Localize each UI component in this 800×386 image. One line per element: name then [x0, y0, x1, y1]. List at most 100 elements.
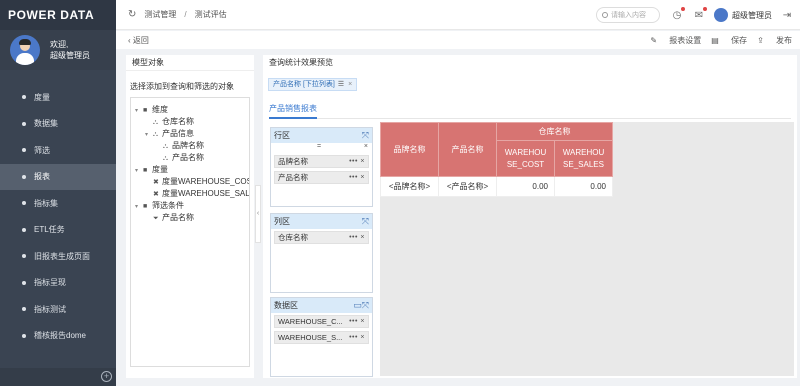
- bullet-icon: [22, 121, 26, 126]
- tree-node[interactable]: ⛬ 产品名称: [131, 152, 249, 164]
- publish-button[interactable]: ⇪ 发布: [757, 35, 792, 46]
- breadcrumb-item[interactable]: 测试管理: [144, 9, 176, 20]
- tree-node[interactable]: ▾ ■ 筛选条件: [131, 200, 249, 212]
- more-icon[interactable]: •••: [349, 234, 358, 241]
- tree-node[interactable]: ▾ ■ 度量: [131, 164, 249, 176]
- cell-product: <产品名称>: [438, 176, 497, 197]
- field-pill[interactable]: WAREHOUSE_C... ••• ×: [274, 315, 369, 328]
- report-settings-button[interactable]: ✎ 报表设置: [650, 35, 701, 46]
- bullet-icon: [22, 148, 26, 153]
- tree-node-label: 度量: [152, 165, 168, 174]
- tree-node[interactable]: ▾ ⛬ 产品信息: [131, 128, 249, 140]
- sidebar-item[interactable]: 指标测试: [0, 296, 116, 323]
- tree-node-label: 度量WAREHOUSE_SALES: [162, 189, 250, 198]
- field-pill[interactable]: 产品名称 ••• ×: [274, 171, 369, 184]
- expand-icon[interactable]: ⤧: [362, 216, 369, 227]
- top-avatar[interactable]: [714, 8, 728, 22]
- tree-node[interactable]: ✖ 度量WAREHOUSE_COST: [131, 176, 249, 188]
- add-circle-icon[interactable]: +: [101, 371, 112, 382]
- header-product[interactable]: 产品名称: [438, 122, 497, 177]
- tree-node[interactable]: ✖度量WAREHOUSE_SALES: [131, 188, 249, 200]
- sidebar: POWER DATA 欢迎, 超级管理员 度量 数据集 筛选 报表 指标集 ETL任务旧报…: [0, 0, 116, 386]
- top-username[interactable]: 超级管理员: [732, 10, 772, 21]
- expand-icon[interactable]: ▭⤧: [353, 300, 369, 311]
- greeting: 欢迎,: [50, 40, 69, 49]
- tree-node-label: 仓库名称: [162, 117, 194, 126]
- more-icon[interactable]: •••: [349, 334, 358, 341]
- menu-icon[interactable]: ☰: [338, 80, 344, 88]
- filter-chip[interactable]: 产品名称 [下拉列表] ☰ ×: [268, 77, 358, 91]
- chevron-down-icon[interactable]: ▾: [135, 165, 143, 177]
- tree-node-label: 产品信息: [162, 129, 194, 138]
- object-tree: ▾ ■ 维度 ⛬ 仓库名称 ▾ ⛬ 产品信息 ⛬ 品牌名称 ⛬ 产品名称 ▾ ■ 度量 ✖ 度量WAREHOUS…: [130, 97, 250, 367]
- header-warehouse-cost[interactable]: WAREHOU SE_COST: [496, 140, 555, 177]
- mail-icon[interactable]: ✉: [692, 7, 707, 22]
- more-icon[interactable]: •••: [349, 318, 358, 325]
- tab-bar: 产品销售报表: [269, 103, 791, 119]
- preview-panel: 查询统计效果预览 产品名称 [下拉列表] ☰ × 产品销售报表 行区 ⤧ = ×…: [263, 55, 797, 378]
- chevron-down-icon[interactable]: ▾: [135, 105, 143, 117]
- breadcrumb-item[interactable]: 测试评估: [195, 9, 227, 20]
- header-warehouse-group[interactable]: 仓库名称: [496, 122, 613, 141]
- equals-sign: =: [317, 143, 322, 150]
- field-pill[interactable]: 仓库名称 ••• ×: [274, 231, 369, 244]
- field-pill[interactable]: 品牌名称 ••• ×: [274, 155, 369, 168]
- sidebar-item[interactable]: ETL任务: [0, 217, 116, 244]
- tree-node[interactable]: ⛬ 仓库名称: [131, 116, 249, 128]
- sidebar-item-label: 指标呈现: [34, 278, 66, 288]
- bullet-icon: [22, 174, 26, 179]
- row-zone[interactable]: 行区 ⤧ = × 品牌名称 ••• × 产品名称 ••• ×: [270, 127, 373, 207]
- user-name: 超级管理员: [50, 51, 90, 60]
- save-button[interactable]: ▤ 保存: [711, 35, 747, 46]
- sidebar-nav: 度量 数据集 筛选 报表 指标集 ETL任务旧报表生成页面 指标呈现指标测试稽核报告dome: [0, 84, 116, 349]
- tree-node-label: 产品名称: [162, 213, 194, 222]
- breadcrumb: ↻ 测试管理 / 测试评估: [116, 9, 227, 20]
- more-icon[interactable]: •••: [349, 174, 358, 181]
- more-icon[interactable]: •••: [349, 158, 358, 165]
- header-brand[interactable]: 品牌名称: [380, 122, 439, 177]
- expand-icon[interactable]: ⤧: [362, 130, 369, 141]
- column-zone[interactable]: 列区 ⤧ 仓库名称 ••• ×: [270, 213, 373, 293]
- close-icon[interactable]: ×: [364, 143, 368, 150]
- sidebar-item[interactable]: 度量: [0, 84, 116, 111]
- topbar: ↻ 测试管理 / 测试评估 请输入内容 ◷ ✉ 超级管理员 ⇥: [116, 0, 800, 30]
- filter-icon: ⏷: [153, 215, 159, 222]
- chevron-down-icon[interactable]: ▾: [145, 129, 153, 141]
- sidebar-item-label: 旧报表生成页面: [34, 251, 90, 261]
- logout-icon[interactable]: ⇥: [780, 8, 794, 22]
- sidebar-item[interactable]: 旧报表生成页面: [0, 243, 116, 270]
- bullet-icon: [22, 201, 26, 206]
- refresh-icon[interactable]: ↻: [128, 9, 136, 20]
- sidebar-item[interactable]: 筛选: [0, 137, 116, 164]
- chevron-down-icon[interactable]: ▾: [135, 201, 143, 213]
- sidebar-footer: +: [0, 368, 116, 386]
- sidebar-item-label: 指标测试: [34, 304, 66, 314]
- tree-node[interactable]: ▾ ■ 维度: [131, 104, 249, 116]
- search-icon: [602, 12, 608, 18]
- sidebar-item[interactable]: 报表: [0, 163, 116, 190]
- tab-product-sales-report[interactable]: 产品销售报表: [269, 103, 317, 119]
- collapse-panel-handle[interactable]: ‹: [255, 185, 261, 243]
- logo-text: POWER DATA: [8, 8, 95, 22]
- sidebar-item[interactable]: 指标呈现: [0, 270, 116, 297]
- model-object-panel: 模型对象 选择添加到查询和筛选的对象 ▾ ■ 维度 ⛬ 仓库名称 ▾ ⛬ 产品信息 ⛬ 品牌名称 ⛬…: [126, 55, 254, 378]
- sidebar-item[interactable]: 指标集: [0, 190, 116, 217]
- avatar[interactable]: [10, 35, 40, 65]
- breadcrumb-separator: /: [184, 10, 187, 19]
- bullet-icon: [22, 280, 26, 285]
- sidebar-item[interactable]: 稽核报告dome: [0, 323, 116, 350]
- search-input[interactable]: 请输入内容: [596, 7, 660, 23]
- tree-node[interactable]: ⛬ 品牌名称: [131, 140, 249, 152]
- field-pill[interactable]: WAREHOUSE_S... ••• ×: [274, 331, 369, 344]
- back-button[interactable]: ‹ 返回: [116, 35, 149, 46]
- tree-node[interactable]: ⏷ 产品名称: [131, 212, 249, 224]
- data-zone[interactable]: 数据区 ▭⤧ WAREHOUSE_C... ••• × WAREHOUSE_S.…: [270, 297, 373, 377]
- sidebar-item[interactable]: 数据集: [0, 111, 116, 138]
- tree-node-label: 维度: [152, 105, 168, 114]
- header-warehouse-sales[interactable]: WAREHOU SE_SALES: [554, 140, 613, 177]
- user-box: 欢迎, 超级管理员: [0, 30, 116, 70]
- sidebar-item-label: ETL任务: [34, 225, 65, 235]
- clock-icon[interactable]: ◷: [670, 7, 685, 22]
- close-icon[interactable]: ×: [348, 81, 352, 88]
- app-logo[interactable]: POWER DATA: [0, 0, 116, 30]
